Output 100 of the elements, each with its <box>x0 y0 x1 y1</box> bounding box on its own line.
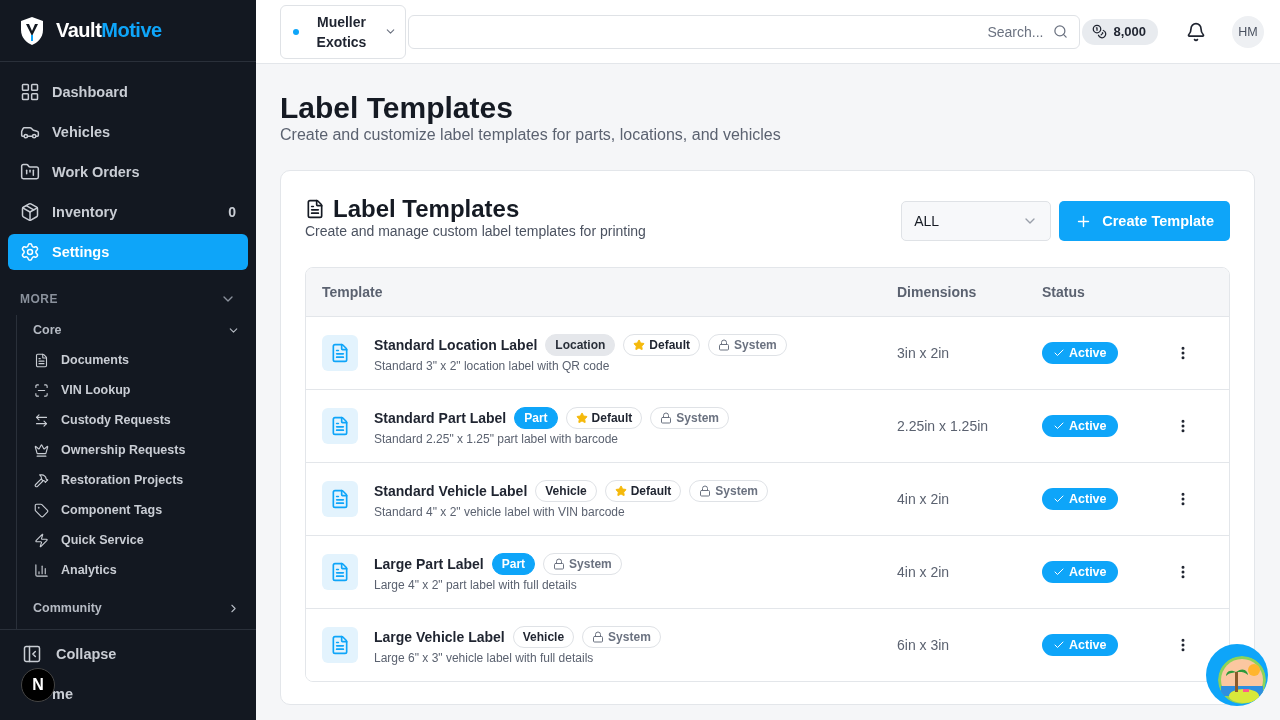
organization-selector[interactable]: Mueller Exotics <box>280 4 406 59</box>
lightning-icon <box>34 532 49 548</box>
box-icon <box>20 202 40 223</box>
check-icon <box>1053 639 1065 651</box>
lock-icon <box>718 338 731 351</box>
search-icon <box>1053 23 1069 39</box>
system-tag: System <box>708 333 787 356</box>
status-badge: Active <box>1042 561 1118 583</box>
template-description: Large 6" x 3" vehicle label with full details <box>374 650 595 665</box>
check-icon <box>1053 493 1065 505</box>
check-icon <box>1053 420 1065 432</box>
credits-badge[interactable]: 8,000 <box>1082 18 1158 45</box>
sidebar-item[interactable]: Component Tags <box>17 495 256 526</box>
shield-logo-icon <box>20 15 44 46</box>
tag-icon <box>34 502 49 518</box>
bell-icon <box>1186 21 1206 42</box>
system-tag: System <box>543 552 622 575</box>
vehicle-tag: Vehicle <box>512 625 575 648</box>
document-icon <box>322 554 358 590</box>
template-name: Standard Part Label <box>374 409 507 426</box>
crown-icon <box>34 442 49 458</box>
lock-icon <box>553 557 566 570</box>
grid-icon <box>20 82 40 103</box>
dimensions-cell-text: 4in x 2in <box>897 564 951 580</box>
nav-item[interactable]: Dashboard <box>8 74 248 111</box>
star-icon <box>614 484 627 497</box>
check-icon <box>1053 566 1065 578</box>
hammer-icon <box>34 472 49 488</box>
card-title: Label Templates <box>333 195 520 223</box>
filter-select[interactable]: ALL <box>901 201 1052 241</box>
template-name: Large Part Label <box>374 555 484 572</box>
dimensions-cell-text: 4in x 2in <box>897 491 951 507</box>
template-description: Standard 2.25" x 1.25" part label with barcode <box>374 431 619 446</box>
arrows-icon <box>34 412 49 428</box>
search-field[interactable]: Search... <box>408 14 1081 49</box>
sidebar-item[interactable]: Restoration Projects <box>17 465 256 496</box>
bar-chart-icon <box>34 562 49 578</box>
status-badge: Active <box>1042 488 1118 510</box>
document-icon <box>34 352 49 368</box>
panel-icon <box>22 644 42 665</box>
document-icon <box>322 627 358 663</box>
settings-icon <box>20 242 40 263</box>
status-badge: Active <box>1042 634 1118 656</box>
sidebar-item[interactable]: Analytics <box>17 555 256 586</box>
column-header: Status <box>1042 284 1086 300</box>
card-subtitle: Create and manage custom label templates for printing <box>305 223 646 239</box>
default-tag: Default <box>623 333 701 356</box>
template-description: Standard 3" x 2" location label with QR code <box>374 358 611 373</box>
system-tag: System <box>582 625 661 648</box>
dimensions-cell-text: 6in x 3in <box>897 637 951 653</box>
column-header: Dimensions <box>897 284 978 300</box>
sidebar-item[interactable]: VIN Lookup <box>17 375 256 406</box>
page-subtitle: Create and customize label templates for parts, locations, and vehicles <box>280 126 782 144</box>
collapse-button[interactable]: Collapse <box>22 644 256 665</box>
template-name: Standard Vehicle Label <box>374 482 528 499</box>
status-badge: Active <box>1042 342 1118 364</box>
template-name: Large Vehicle Label <box>374 628 505 645</box>
system-tag: System <box>689 479 769 502</box>
star-icon <box>575 411 588 424</box>
column-header: Template <box>322 284 384 300</box>
sidebar-item[interactable]: Documents <box>17 345 256 376</box>
nav-item[interactable]: Work Orders <box>8 154 248 191</box>
scan-icon <box>34 382 49 398</box>
default-tag: Default <box>604 479 682 502</box>
location-tag: Location <box>545 333 616 356</box>
sidebar-item[interactable]: Custody Requests <box>17 405 256 436</box>
coins-icon <box>1092 24 1108 39</box>
vehicle-tag: Vehicle <box>535 479 597 502</box>
theme-label[interactable]: me <box>52 686 73 703</box>
notifications-button[interactable] <box>1186 21 1206 42</box>
brand-name: VaultMotive <box>56 19 162 43</box>
page-title: Label Templates <box>280 90 514 126</box>
section-header[interactable]: MORE <box>0 282 256 316</box>
default-tag: Default <box>565 406 643 429</box>
status-dot-icon <box>293 28 299 35</box>
sidebar-item[interactable]: Ownership Requests <box>17 435 256 466</box>
lock-icon <box>699 484 712 497</box>
status-badge: Active <box>1042 415 1118 437</box>
group-header[interactable]: Core <box>17 315 256 346</box>
user-avatar[interactable]: HM <box>1232 15 1264 48</box>
star-icon <box>633 338 646 351</box>
check-icon <box>1053 347 1065 359</box>
lock-icon <box>660 411 673 424</box>
dimensions-cell-text: 3in x 2in <box>897 345 951 361</box>
template-name: Standard Location Label <box>374 336 538 353</box>
nav-item[interactable]: Vehicles <box>8 114 248 151</box>
part-tag: Part <box>491 552 536 575</box>
document-icon <box>322 335 358 371</box>
template-description: Standard 4" x 2" vehicle label with VIN barcode <box>374 504 626 519</box>
document-icon <box>305 199 325 219</box>
document-icon <box>322 408 358 444</box>
group-header[interactable]: Community <box>17 593 256 624</box>
sidebar-item[interactable]: Quick Service <box>17 525 256 556</box>
template-description: Large 4" x 2" part label with full details <box>374 577 578 592</box>
lock-icon <box>592 630 605 643</box>
system-tag: System <box>650 406 729 429</box>
nav-item[interactable]: Inventory 0 <box>8 194 248 231</box>
dimensions-cell-text: 2.25in x 1.25in <box>897 418 990 434</box>
document-icon <box>322 481 358 517</box>
part-tag: Part <box>514 406 558 429</box>
